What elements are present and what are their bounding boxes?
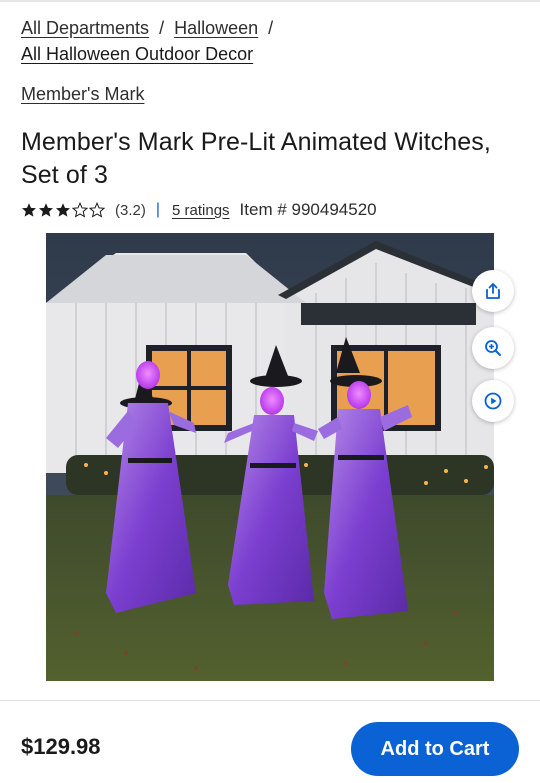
rating-value: (3.2) (115, 201, 146, 219)
breadcrumb-separator: / (159, 18, 165, 38)
add-to-cart-button[interactable]: Add to Cart (351, 722, 519, 776)
breadcrumb-all-departments[interactable]: All Departments (21, 18, 149, 38)
ratings-count-link[interactable]: 5 ratings (172, 202, 230, 219)
top-divider (0, 0, 540, 2)
breadcrumb-outdoor-decor[interactable]: All Halloween Outdoor Decor (21, 44, 253, 64)
brand-link-wrapper: Member's Mark (21, 82, 144, 106)
breadcrumb-separator: / (268, 18, 274, 38)
share-button[interactable] (472, 270, 514, 312)
breadcrumb-row-2: All Halloween Outdoor Decor (21, 42, 253, 66)
play-icon (484, 392, 502, 410)
star-empty-icon (72, 202, 88, 218)
star-filled-icon (56, 203, 70, 217)
star-filled-icon (22, 203, 36, 217)
play-video-button[interactable] (472, 380, 514, 422)
share-icon (486, 283, 500, 299)
product-price: $129.98 (21, 734, 101, 759)
item-number: Item # 990494520 (239, 200, 377, 219)
product-title: Member's Mark Pre-Lit Animated Witches, … (21, 128, 491, 189)
zoom-button[interactable] (472, 327, 514, 369)
breadcrumb: All Departments / Halloween / (21, 15, 283, 41)
brand-link[interactable]: Member's Mark (21, 84, 144, 104)
star-empty-icon (89, 202, 105, 218)
rating-divider: | (155, 201, 160, 218)
star-filled-icon (39, 203, 53, 217)
zoom-in-icon (485, 340, 501, 356)
breadcrumb-halloween[interactable]: Halloween (174, 18, 258, 38)
product-image[interactable] (46, 233, 494, 681)
rating-row: (3.2) | 5 ratings Item # 990494520 (21, 199, 377, 221)
witches-scene-illustration (46, 233, 494, 681)
star-rating[interactable] (21, 202, 105, 218)
